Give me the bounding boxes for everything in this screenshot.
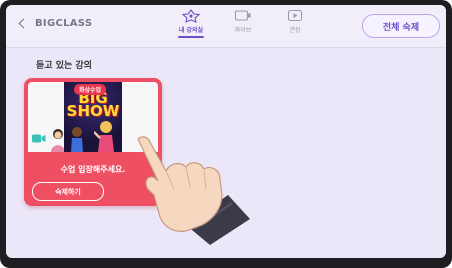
pointing-hand-cursor: [137, 136, 250, 245]
tab-video[interactable]: 연장: [278, 9, 312, 38]
poster-title: BIG SHOW: [66, 89, 120, 120]
live-screen-icon: [234, 10, 251, 21]
cancel-all-button[interactable]: 전체 숙제: [362, 14, 440, 38]
tab-label: 연장: [289, 27, 301, 34]
tab-bar: 내 강의실 파이브 연장: [174, 9, 312, 38]
tab-my-classroom[interactable]: 내 강의실: [174, 9, 208, 38]
video-play-icon: [287, 9, 303, 22]
video-camera-icon: [32, 134, 46, 143]
section-title: 듣고 있는 강의: [36, 61, 92, 71]
cartoon-character: [94, 121, 114, 152]
tab-label: 파이브: [234, 27, 252, 34]
back-button[interactable]: BIGCLASS: [18, 18, 93, 29]
top-bar: BIGCLASS 내 강의실 파이브 연장 전체 숙제: [6, 5, 446, 48]
app-screen: BIGCLASS 내 강의실 파이브 연장 전체 숙제 듣고 있는 강의 BIG…: [6, 5, 446, 258]
app-title: BIGCLASS: [35, 18, 93, 29]
active-tab-indicator: [178, 36, 204, 38]
cartoon-character: [71, 127, 83, 152]
homework-button[interactable]: 숙제하기: [32, 182, 104, 201]
tab-label: 내 강의실: [178, 27, 204, 34]
live-class-badge: 화상수업: [74, 84, 107, 95]
device-frame: BIGCLASS 내 강의실 파이브 연장 전체 숙제 듣고 있는 강의 BIG…: [0, 0, 452, 268]
tab-live[interactable]: 파이브: [226, 9, 260, 38]
chevron-left-icon: [18, 18, 29, 29]
classroom-icon: [182, 9, 200, 23]
